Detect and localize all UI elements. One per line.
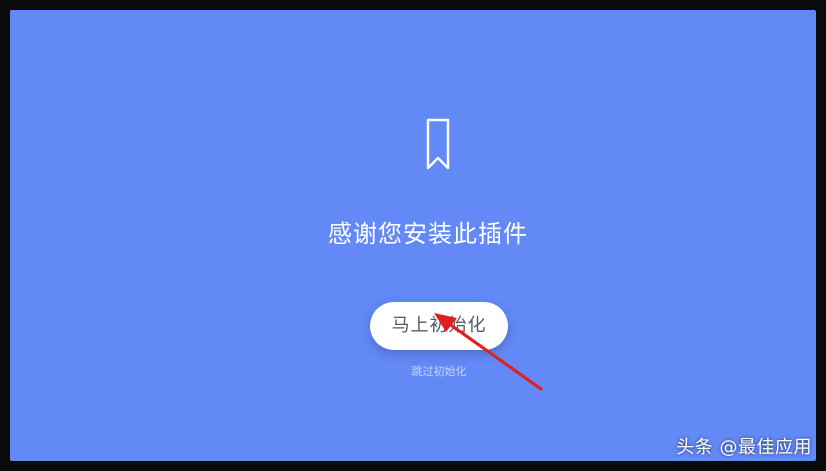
bookmark-icon	[426, 118, 450, 170]
welcome-title: 感谢您安装此插件	[328, 220, 528, 248]
initialize-now-button[interactable]: 马上初始化	[370, 302, 508, 350]
welcome-screen: 感谢您安装此插件 马上初始化 跳过初始化	[10, 10, 816, 461]
skip-initialization-link[interactable]: 跳过初始化	[10, 364, 816, 380]
watermark-text: 头条 @最佳应用	[676, 437, 812, 458]
